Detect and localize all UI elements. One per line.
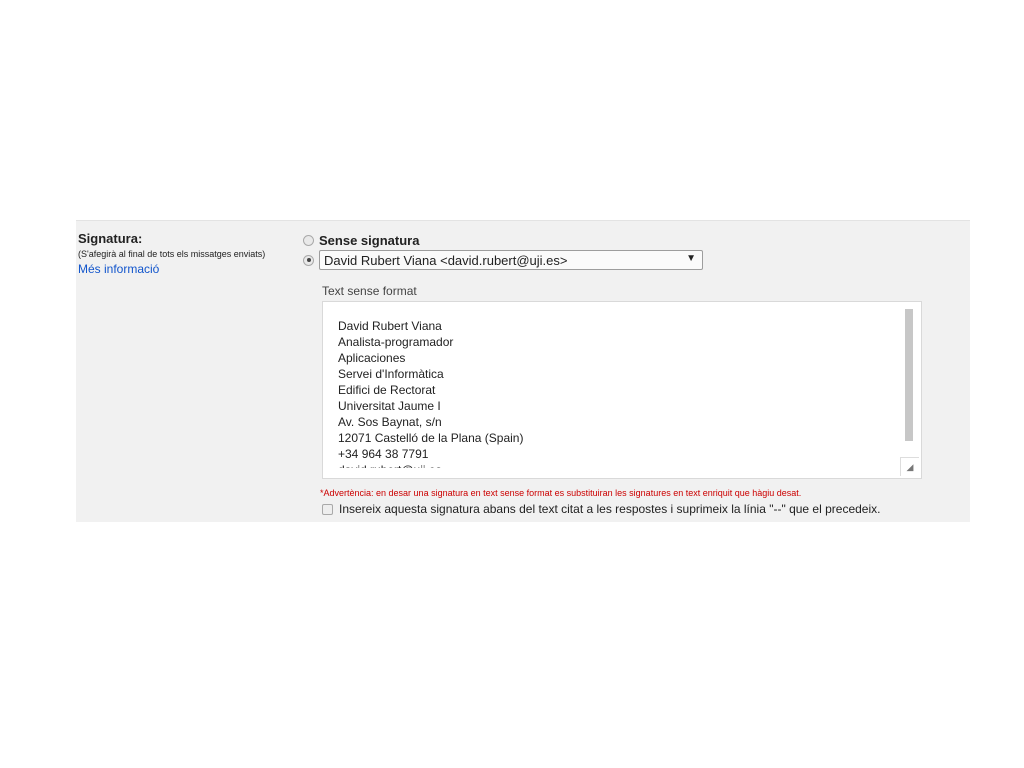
no-signature-option[interactable]: Sense signatura <box>303 231 963 249</box>
dropdown-arrow-icon: ▼ <box>686 253 696 264</box>
account-signature-option: David Rubert Viana <david.rubert@uji.es>… <box>303 249 963 271</box>
format-label: Text sense format <box>322 284 417 298</box>
signature-note: (S'afegirà al final de tots els missatge… <box>78 249 266 259</box>
resize-handle-icon[interactable]: ◢ <box>900 457 919 476</box>
insert-before-quote-option[interactable]: Insereix aquesta signatura abans del tex… <box>322 502 963 516</box>
signature-text[interactable]: David Rubert Viana Analista-programador … <box>338 318 523 468</box>
account-select[interactable]: David Rubert Viana <david.rubert@uji.es>… <box>319 250 703 270</box>
signature-settings-panel: Signatura: (S'afegirà al final de tots e… <box>76 220 970 522</box>
insert-before-quote-label: Insereix aquesta signatura abans del tex… <box>339 502 881 516</box>
signature-editor[interactable]: David Rubert Viana Analista-programador … <box>322 301 922 479</box>
account-signature-radio[interactable] <box>303 254 314 266</box>
insert-before-quote-checkbox[interactable] <box>322 503 333 515</box>
editor-scrollbar[interactable] <box>905 309 913 441</box>
account-select-value: David Rubert Viana <david.rubert@uji.es> <box>324 252 568 268</box>
more-info-link[interactable]: Més informació <box>78 262 159 276</box>
signature-title: Signatura: <box>78 231 143 246</box>
plain-text-warning: *Advertència: en desar una signatura en … <box>320 488 802 498</box>
signature-options: Sense signatura David Rubert Viana <davi… <box>303 231 963 516</box>
no-signature-radio[interactable] <box>303 234 314 246</box>
no-signature-label: Sense signatura <box>319 232 420 248</box>
signature-header: Signatura: (S'afegirà al final de tots e… <box>78 231 298 278</box>
